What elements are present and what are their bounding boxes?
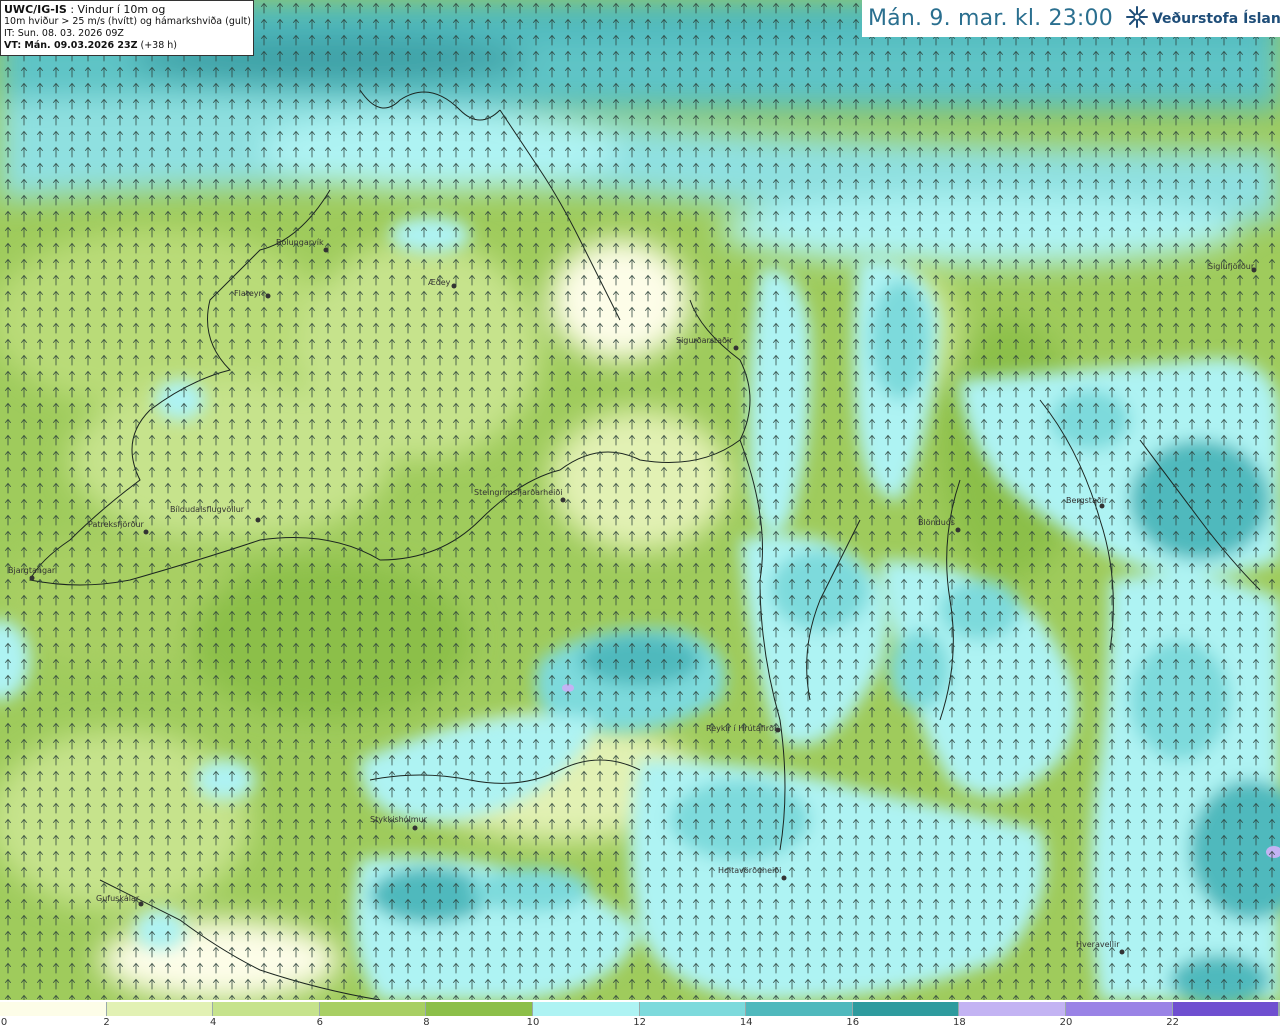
legend-swatch <box>426 1002 533 1016</box>
legend-swatch <box>639 1002 747 1016</box>
legend-labels: 0 2 4 6 8 10 12 14 16 18 20 22 <box>0 1016 1280 1030</box>
place-label: Sigurðarstaðir <box>676 336 733 345</box>
valid-time-title: Mán. 9. mar. kl. 23:00 <box>868 6 1113 31</box>
legend-swatch <box>213 1002 320 1016</box>
place-label: Stykkishólmur <box>370 815 427 824</box>
vedurstofa-logo-icon <box>1125 5 1149 33</box>
title-suffix: : Vindur í 10m og <box>66 3 166 16</box>
wind-speed-legend: 0 2 4 6 8 10 12 14 16 18 20 22 <box>0 1000 1280 1030</box>
legend-swatch <box>852 1002 960 1016</box>
place-label: Hveravellir <box>1076 940 1120 949</box>
legend-tick-label: 12 <box>633 1017 646 1028</box>
legend-swatch <box>532 1002 640 1016</box>
legend-swatch <box>1065 1002 1173 1016</box>
place-label: Æðey <box>428 278 451 287</box>
place-label: Flateyri <box>234 289 265 298</box>
legend-tick-label: 8 <box>423 1017 430 1028</box>
place-label: Bjargtangar <box>8 566 56 575</box>
valid-time-value: VT: Mán. 09.03.2026 23Z <box>4 40 138 51</box>
legend-tick-label: 0 <box>0 1017 8 1028</box>
legend-tick-label: 14 <box>739 1017 753 1028</box>
info-title: UWC/IG-IS : Vindur í 10m og <box>4 3 250 16</box>
legend-tick-label: 2 <box>103 1017 110 1028</box>
place-label: Blönduós <box>918 518 955 527</box>
vedurstofa-logo[interactable]: Veðurstofa Íslands <box>1125 5 1280 33</box>
legend-swatch <box>746 1002 853 1016</box>
legend-swatch <box>319 1002 427 1016</box>
forecast-info-box: UWC/IG-IS : Vindur í 10m og 10m hviður >… <box>0 0 254 56</box>
legend-tick-label: 20 <box>1059 1017 1073 1028</box>
info-description: 10m hviður > 25 m/s (hvítt) og hámarkshv… <box>4 16 251 27</box>
legend-tick-label: 18 <box>953 1017 966 1028</box>
legend-swatch <box>106 1002 214 1016</box>
initial-time: IT: Sun. 08. 03. 2026 09Z <box>4 28 124 39</box>
org-name: Veðurstofa Íslands <box>1151 10 1280 27</box>
place-label: Bíldudalsflugvöllur <box>170 505 245 514</box>
legend-swatch <box>1172 1002 1280 1016</box>
legend-swatch <box>0 1002 107 1016</box>
lead-time: (+38 h) <box>137 40 178 51</box>
legend-tick-label: 10 <box>526 1017 540 1028</box>
legend-colorbar <box>0 1002 1280 1016</box>
model-name: UWC/IG-IS <box>4 3 67 16</box>
legend-tick-label: 6 <box>316 1017 323 1028</box>
legend-tick-label: 4 <box>210 1017 217 1028</box>
place-label: Holtavörðuheiði <box>718 866 782 875</box>
legend-tick-label: 16 <box>846 1017 860 1028</box>
place-label: Reykir í Hrútafirði <box>706 724 777 733</box>
place-label: Bolungarvík <box>276 238 324 247</box>
place-label: Steingrímsfjarðarheiði <box>474 488 563 497</box>
legend-swatch <box>959 1002 1066 1016</box>
legend-tick-label: 22 <box>1166 1017 1179 1028</box>
valid-time: VT: Mán. 09.03.2026 23Z (+38 h) <box>4 40 250 52</box>
place-label: Siglufjörður <box>1208 262 1255 271</box>
header: Mán. 9. mar. kl. 23:00 Veðurstofa Ísland… <box>862 0 1280 37</box>
place-label: Bergstaðir <box>1066 496 1108 505</box>
place-label: Patreksfjörður <box>88 520 144 529</box>
place-label: Gufuskálar <box>96 894 140 903</box>
